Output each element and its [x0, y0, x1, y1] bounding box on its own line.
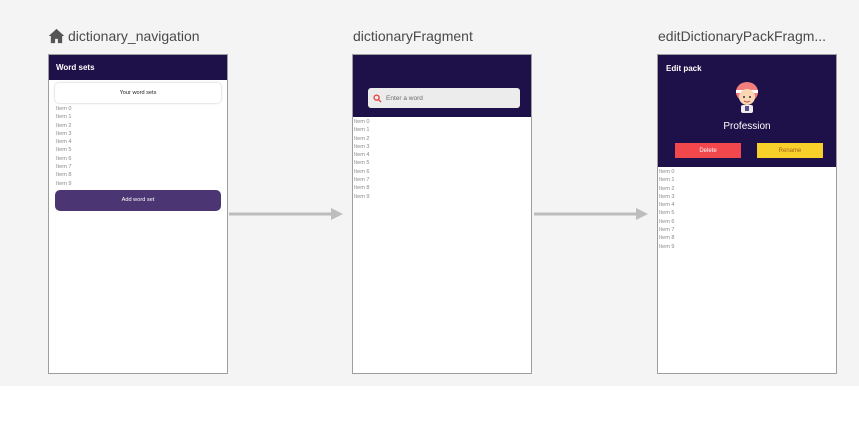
- list-item[interactable]: Item 5: [56, 146, 227, 154]
- list-item[interactable]: Item 6: [659, 218, 836, 226]
- app-bar: Edit pack Profession Delete Rename: [658, 55, 836, 167]
- list-item[interactable]: Item 9: [56, 180, 227, 188]
- word-sets-header-text: Your word sets: [119, 90, 157, 96]
- delete-label: Delete: [699, 147, 717, 154]
- list-item[interactable]: Item 2: [56, 122, 227, 130]
- rename-label: Rename: [778, 147, 802, 154]
- pack-name: Profession: [723, 121, 771, 132]
- list-item[interactable]: Item 8: [354, 184, 531, 192]
- screen-edit-dictionary-pack[interactable]: Edit pack Profession Delete Rename Item …: [657, 54, 837, 374]
- search-icon: [373, 93, 382, 103]
- list-item[interactable]: Item 2: [659, 185, 836, 193]
- list-item[interactable]: Item 8: [659, 234, 836, 242]
- search-input[interactable]: Enter a word: [368, 88, 520, 108]
- app-bar-title: Word sets: [56, 63, 95, 72]
- list-item[interactable]: Item 5: [659, 209, 836, 217]
- add-word-set-label: Add word set: [121, 197, 155, 204]
- screen-caption-dictionary-navigation: dictionary_navigation: [68, 28, 200, 44]
- list-item[interactable]: Item 1: [659, 176, 836, 184]
- home-icon: [48, 28, 65, 44]
- list-item[interactable]: Item 4: [56, 138, 227, 146]
- screen-caption-edit-dictionary-pack: editDictionaryPackFragm...: [658, 28, 827, 44]
- search-placeholder: Enter a word: [386, 94, 423, 102]
- list-item[interactable]: Item 6: [56, 155, 227, 163]
- list-item[interactable]: Item 4: [659, 201, 836, 209]
- list-item[interactable]: Item 3: [659, 193, 836, 201]
- screen-dictionary-navigation[interactable]: Word sets Your word sets Item 0 Item 1 I…: [48, 54, 228, 374]
- list-item[interactable]: Item 6: [354, 168, 531, 176]
- list-item[interactable]: Item 0: [56, 105, 227, 113]
- list-item[interactable]: Item 7: [659, 226, 836, 234]
- list-item[interactable]: Item 1: [56, 113, 227, 121]
- app-bar: Enter a word: [353, 55, 531, 117]
- list-item[interactable]: Item 0: [659, 168, 836, 176]
- word-list: Item 0 Item 1 Item 2 Item 3 Item 4 Item …: [353, 117, 531, 201]
- list-item[interactable]: Item 3: [56, 130, 227, 138]
- pack-word-list: Item 0 Item 1 Item 2 Item 3 Item 4 Item …: [658, 167, 836, 251]
- list-item[interactable]: Item 9: [354, 193, 531, 201]
- list-item[interactable]: Item 7: [354, 176, 531, 184]
- list-item[interactable]: Item 4: [354, 151, 531, 159]
- list-item[interactable]: Item 9: [659, 243, 836, 251]
- list-item[interactable]: Item 2: [354, 135, 531, 143]
- screen-dictionary-fragment[interactable]: Enter a word Item 0 Item 1 Item 2 Item 3…: [352, 54, 532, 374]
- add-word-set-button[interactable]: Add word set: [55, 189, 221, 211]
- navigation-arrow: [229, 208, 343, 220]
- navigation-arrow: [534, 208, 648, 220]
- nav-graph-canvas: dictionary_navigation Word sets Your wor…: [0, 0, 859, 386]
- list-item[interactable]: Item 0: [354, 118, 531, 126]
- list-item[interactable]: Item 3: [354, 143, 531, 151]
- screen-caption-dictionary-fragment: dictionaryFragment: [353, 28, 473, 44]
- delete-button[interactable]: Delete: [675, 143, 741, 158]
- list-item[interactable]: Item 5: [354, 159, 531, 167]
- word-sets-header-card: Your word sets: [55, 83, 221, 103]
- word-set-list: Item 0 Item 1 Item 2 Item 3 Item 4 Item …: [49, 104, 227, 188]
- app-bar-title: Edit pack: [666, 64, 702, 73]
- avatar-icon: [736, 82, 758, 113]
- list-item[interactable]: Item 1: [354, 126, 531, 134]
- list-item[interactable]: Item 8: [56, 171, 227, 179]
- rename-button[interactable]: Rename: [757, 143, 823, 158]
- app-bar: Word sets: [49, 55, 227, 80]
- list-item[interactable]: Item 7: [56, 163, 227, 171]
